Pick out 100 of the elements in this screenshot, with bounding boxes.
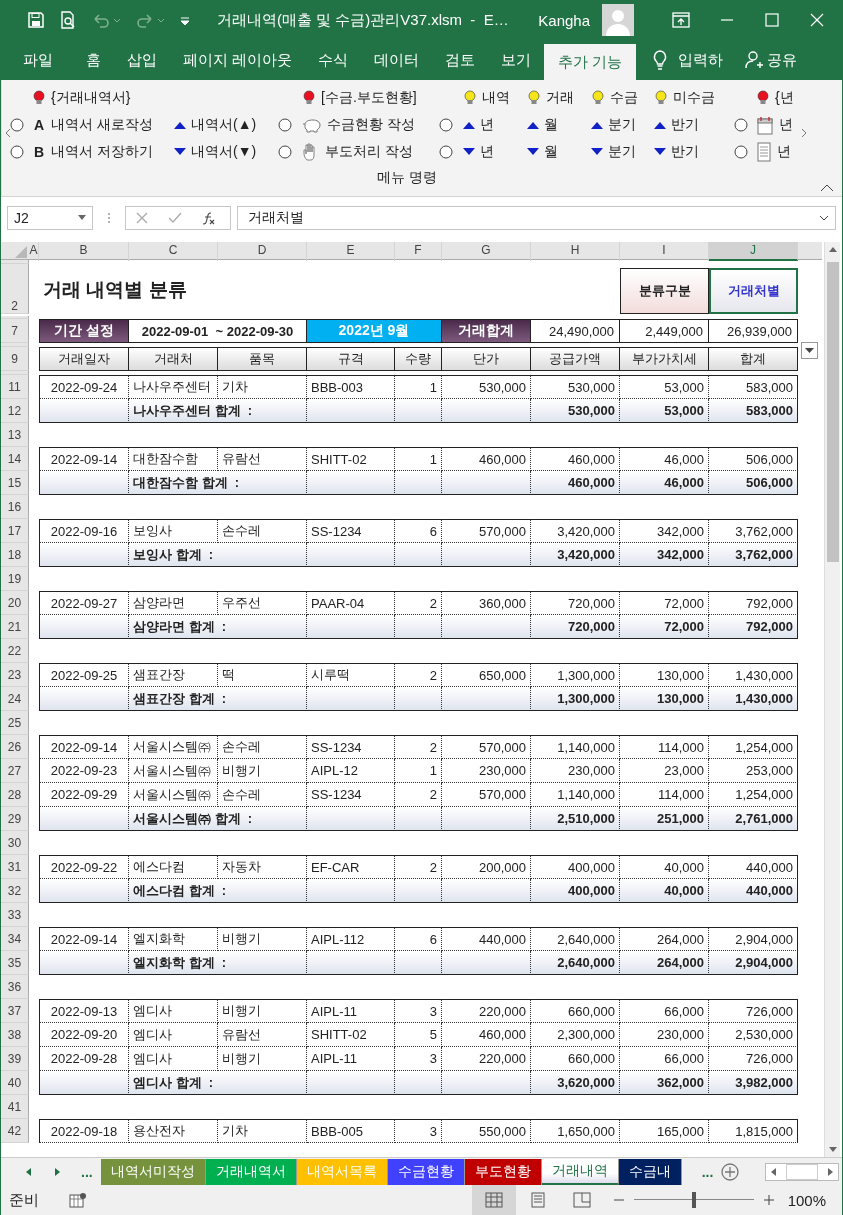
ribbon-command[interactable]: 부도처리 작성 [302, 141, 413, 162]
radio-button[interactable] [278, 117, 292, 132]
row-header[interactable]: 36 [1, 975, 29, 999]
horizontal-scrollbar[interactable] [765, 1162, 840, 1181]
row-header[interactable]: 20 [1, 591, 29, 615]
ribbon-command[interactable]: A 내역서 새로작성 [32, 115, 153, 134]
ribbon-command[interactable]: 분기 [591, 142, 636, 161]
row-header[interactable]: 32 [1, 879, 29, 903]
sheet-tab[interactable]: 내역서미작성 [100, 1158, 206, 1185]
ribbon-command[interactable]: B 내역서 저장하기 [32, 142, 153, 161]
ribbon-command[interactable]: 분기 [591, 115, 636, 134]
maximize-icon[interactable] [764, 12, 780, 28]
ribbon-command[interactable]: 년 [756, 141, 791, 162]
ribbon-command[interactable]: {년 [756, 88, 794, 107]
radio-button[interactable] [734, 117, 748, 132]
formula-field[interactable]: 거래처별 [237, 206, 836, 230]
row-header[interactable]: 30 [1, 831, 29, 855]
ribbon-tab[interactable]: 홈 [73, 40, 114, 80]
ribbon-tab[interactable]: 수식 [305, 40, 362, 80]
normal-view-icon[interactable] [484, 1192, 503, 1208]
row-header[interactable]: 37 [1, 999, 29, 1023]
zoom-in-icon[interactable] [763, 1195, 774, 1205]
column-header[interactable]: F [395, 242, 442, 261]
column-header[interactable]: C [129, 242, 218, 261]
radio-button[interactable] [439, 144, 453, 159]
row-header[interactable]: 15 [1, 471, 29, 495]
ribbon-command[interactable]: 수금 [591, 88, 638, 107]
row-header[interactable]: 19 [1, 567, 29, 591]
vertical-scrollbar[interactable] [824, 242, 840, 1157]
macro-record-icon[interactable] [69, 1192, 87, 1208]
ribbon-command[interactable]: 거래 [527, 88, 574, 107]
scroll-left-icon[interactable] [4, 128, 12, 138]
more-sheets-button[interactable]: ... [701, 1163, 714, 1180]
row-header[interactable]: 33 [1, 903, 29, 927]
scroll-right-icon[interactable] [800, 128, 808, 138]
zoom-level[interactable]: 100% [787, 1191, 826, 1209]
ribbon-tab[interactable]: 보기 [488, 40, 545, 80]
save-icon[interactable] [27, 11, 45, 29]
row-header[interactable]: 28 [1, 783, 29, 807]
column-header[interactable]: D [218, 242, 307, 261]
column-header[interactable]: H [531, 242, 620, 261]
row-header[interactable]: 23 [1, 663, 29, 687]
row-header[interactable]: 11 [1, 375, 29, 399]
ribbon-tab[interactable]: 데이터 [361, 40, 433, 80]
insert-function-icon[interactable] [202, 211, 216, 225]
column-header[interactable]: B [39, 242, 129, 261]
radio-button[interactable] [10, 144, 24, 159]
ribbon-tab[interactable]: 삽입 [114, 40, 170, 80]
radio-button[interactable] [10, 117, 24, 132]
scrollbar-thumb[interactable] [826, 262, 839, 562]
row-header[interactable]: 27 [1, 759, 29, 783]
ribbon-command[interactable]: 미수금 [654, 88, 715, 107]
more-sheets-button[interactable]: ... [81, 1163, 93, 1180]
ribbon-command[interactable]: [수금.부도현황] [302, 88, 417, 107]
radio-button[interactable] [439, 117, 453, 132]
ribbon-tab[interactable]: 검토 [432, 40, 489, 80]
column-header[interactable]: G [442, 242, 531, 261]
row-header[interactable]: 12 [1, 399, 29, 423]
sheet-tab[interactable]: 거래내역 [541, 1158, 619, 1185]
new-sheet-icon[interactable] [721, 1162, 740, 1181]
next-sheet-icon[interactable] [55, 1167, 61, 1176]
ribbon-command[interactable]: 반기 [654, 142, 699, 161]
category-value-cell[interactable]: 거래처별 [709, 268, 798, 314]
row-header[interactable]: 39 [1, 1047, 29, 1071]
row-header[interactable]: 31 [1, 855, 29, 879]
sheet-tab[interactable]: 수금내 [618, 1158, 682, 1185]
row-header[interactable]: 18 [1, 543, 29, 567]
row-header[interactable]: 7 [1, 319, 29, 343]
ribbon-command[interactable]: 내역서(▼) [174, 142, 257, 161]
ribbon-command[interactable]: 수금현황 작성 [302, 115, 415, 134]
dropdown-button-icon[interactable] [801, 342, 818, 359]
ribbon-tab[interactable]: 추가 기능 [544, 44, 637, 80]
ribbon-display-icon[interactable] [672, 12, 690, 28]
row-header[interactable]: 24 [1, 687, 29, 711]
ribbon-tab[interactable]: 파일 [1, 40, 73, 80]
row-header[interactable]: 25 [1, 711, 29, 735]
radio-button[interactable] [734, 144, 748, 159]
row-header[interactable]: 16 [1, 495, 29, 519]
column-header[interactable]: E [307, 242, 395, 261]
row-header[interactable]: 2 [1, 264, 29, 314]
row-header[interactable]: 34 [1, 927, 29, 951]
ribbon-command[interactable]: 년 [463, 142, 494, 161]
page-break-icon[interactable] [572, 1192, 591, 1208]
print-preview-icon[interactable] [59, 11, 77, 29]
row-header[interactable]: 17 [1, 519, 29, 543]
row-header[interactable]: 22 [1, 639, 29, 663]
previous-sheet-icon[interactable] [25, 1167, 31, 1176]
share-button[interactable]: 공유 [745, 40, 798, 80]
ribbon-tab[interactable]: 페이지 레이아웃 [170, 40, 306, 80]
ribbon-command[interactable]: 내역서(▲) [174, 115, 257, 134]
sheet-tab[interactable]: 수금현황 [387, 1158, 465, 1185]
row-header[interactable]: 13 [1, 423, 29, 447]
row-header[interactable]: 29 [1, 807, 29, 831]
name-box[interactable]: J2 [7, 206, 93, 230]
tell-me-search[interactable]: 입력하 [636, 40, 732, 80]
row-header[interactable]: 40 [1, 1071, 29, 1095]
ribbon-command[interactable]: 월 [527, 142, 558, 161]
radio-button[interactable] [278, 144, 292, 159]
ribbon-command[interactable]: 내역 [463, 88, 510, 107]
column-header[interactable]: J [709, 242, 798, 261]
